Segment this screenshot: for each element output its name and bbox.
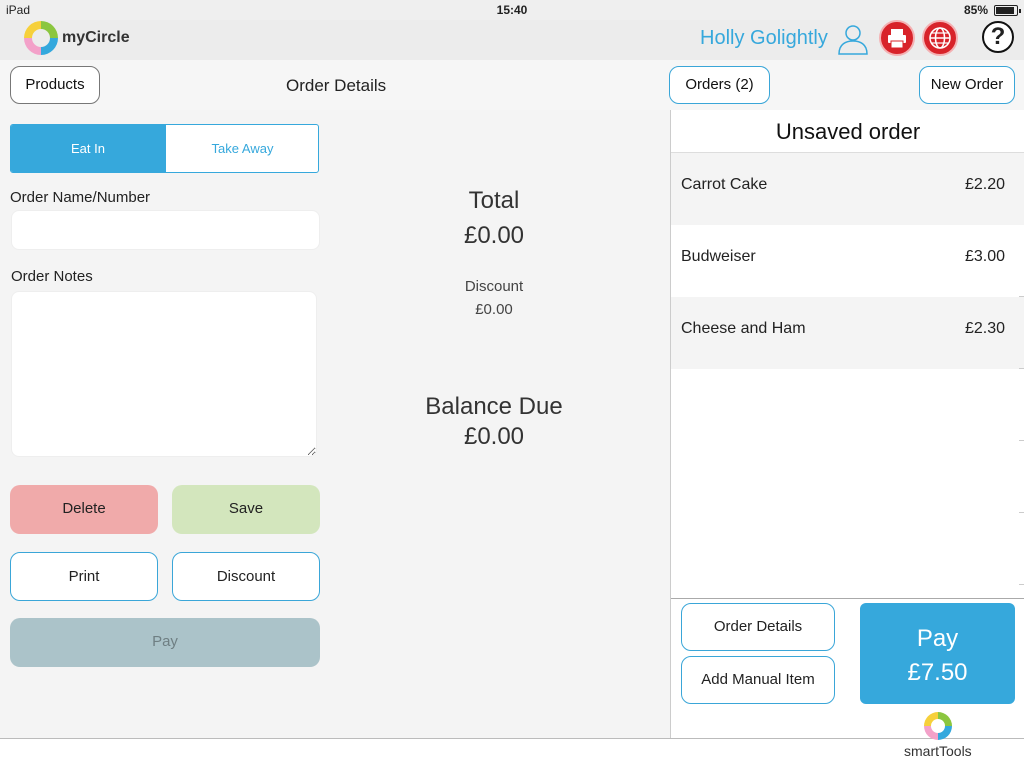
order-panel: Unsaved order Carrot Cake £2.20 Budweise…	[670, 110, 1024, 738]
item-name: Budweiser	[681, 248, 756, 265]
item-name: Carrot Cake	[681, 176, 768, 193]
order-notes-input[interactable]	[11, 291, 317, 457]
order-name-label: Order Name/Number	[10, 189, 151, 206]
order-items-list: Carrot Cake £2.20 Budweiser £3.00 Cheese…	[671, 152, 1024, 600]
smarttools-label[interactable]: smartTools	[904, 743, 972, 759]
app-header: myCircle Holly Golightly ?	[0, 20, 1024, 60]
app-logo-text: myCircle	[62, 29, 130, 46]
pay-label: Pay	[916, 625, 959, 652]
toolbar: Products Order Details Orders (2) New Or…	[0, 60, 1024, 110]
printer-icon[interactable]	[879, 20, 915, 56]
row-divider	[1019, 512, 1024, 513]
total-label: Total	[468, 187, 520, 214]
print-button[interactable]: Print	[10, 552, 158, 601]
add-manual-item-button[interactable]: Add Manual Item	[681, 656, 835, 704]
discount-value: £0.00	[475, 301, 513, 318]
new-order-button[interactable]: New Order	[919, 66, 1015, 104]
battery-percent: 85%	[963, 3, 988, 17]
pay-button-disabled[interactable]: Pay	[10, 618, 320, 667]
list-item[interactable]: Budweiser £3.00	[671, 225, 1024, 297]
order-type-toggle: Eat In Take Away	[10, 124, 319, 173]
take-away-option[interactable]: Take Away	[165, 125, 318, 172]
products-button[interactable]: Products	[10, 66, 100, 104]
row-divider	[1019, 584, 1024, 585]
order-name-input[interactable]	[11, 210, 320, 250]
total-value: £0.00	[463, 222, 525, 249]
discount-button[interactable]: Discount	[172, 552, 320, 601]
mycircle-logo-icon	[24, 21, 58, 55]
list-item[interactable]: Carrot Cake £2.20	[671, 153, 1024, 225]
balance-due-value: £0.00	[463, 423, 525, 450]
clock: 15:40	[496, 3, 528, 17]
username[interactable]: Holly Golightly	[700, 27, 828, 50]
order-notes-label: Order Notes	[11, 268, 93, 285]
user-icon[interactable]	[836, 22, 870, 56]
delete-button[interactable]: Delete	[10, 485, 158, 534]
smarttools-icon[interactable]	[924, 712, 952, 740]
item-price: £3.00	[964, 248, 1005, 265]
row-divider	[1019, 368, 1024, 369]
discount-label: Discount	[464, 278, 524, 295]
order-details-button[interactable]: Order Details	[681, 603, 835, 651]
bottom-bar	[0, 738, 1024, 768]
battery-icon	[994, 5, 1021, 16]
balance-due-label: Balance Due	[425, 393, 563, 420]
row-divider	[1019, 296, 1024, 297]
list-item[interactable]: Cheese and Ham £2.30	[671, 297, 1024, 369]
globe-icon[interactable]	[922, 20, 958, 56]
help-icon[interactable]: ?	[982, 21, 1014, 53]
row-divider	[1019, 440, 1024, 441]
order-title: Unsaved order	[775, 119, 921, 144]
save-button[interactable]: Save	[172, 485, 320, 534]
page-title: Order Details	[286, 76, 387, 95]
status-bar: iPad 15:40 85%	[0, 0, 1024, 20]
pay-amount: £7.50	[907, 659, 968, 686]
eat-in-option[interactable]: Eat In	[11, 125, 165, 172]
item-name: Cheese and Ham	[681, 320, 806, 337]
order-actions: Order Details Add Manual Item Pay £7.50	[671, 598, 1024, 738]
pay-button[interactable]: Pay £7.50	[860, 603, 1015, 704]
orders-button[interactable]: Orders (2)	[669, 66, 770, 104]
item-price: £2.20	[964, 176, 1005, 193]
item-price: £2.30	[964, 320, 1005, 337]
